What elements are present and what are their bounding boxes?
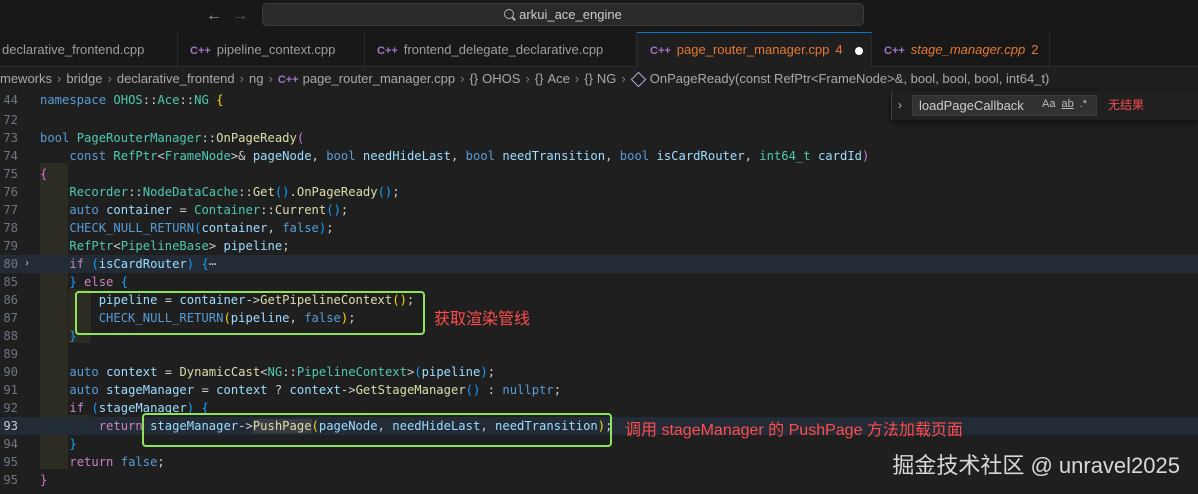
use-regex-icon[interactable]: .* bbox=[1080, 98, 1087, 110]
breadcrumb-item[interactable]: meworks bbox=[0, 71, 52, 86]
tab-label: pipeline_context.cpp bbox=[216, 42, 336, 57]
fold-chevron-icon[interactable]: › bbox=[24, 255, 30, 273]
breadcrumb: meworks › bridge › declarative_frontend › ng › C… bbox=[0, 68, 1198, 90]
tab-declarative-frontend[interactable]: declarative_frontend.cpp bbox=[0, 32, 178, 67]
line-number: 92 bbox=[3, 401, 18, 415]
line-number: 94 bbox=[3, 437, 18, 451]
cpp-file-icon: C++ bbox=[190, 45, 211, 57]
tab-frontend-delegate-declarative[interactable]: C++ frontend_delegate_declarative.cpp bbox=[365, 32, 637, 67]
chevron-right-icon: › bbox=[107, 71, 112, 86]
annotation-label-pipeline: 获取渲染管线 bbox=[434, 311, 531, 328]
breadcrumb-namespace[interactable]: NG bbox=[597, 71, 617, 86]
line-number: 95 bbox=[3, 455, 18, 469]
cpp-file-icon: C++ bbox=[884, 45, 905, 57]
match-case-icon[interactable]: Aa bbox=[1042, 98, 1055, 110]
code-line[interactable]: 79 RefPtr<PipelineBase> pipeline; bbox=[0, 237, 1198, 255]
chevron-right-icon: › bbox=[525, 71, 530, 86]
chevron-right-icon: › bbox=[460, 71, 465, 86]
line-number: 86 bbox=[3, 293, 18, 307]
chevron-right-icon: › bbox=[574, 71, 580, 86]
line-number: 85 bbox=[3, 275, 18, 289]
back-arrow-icon[interactable]: ← bbox=[206, 6, 222, 26]
title-bar: ← → arkui_ace_engine bbox=[0, 0, 1198, 32]
line-number: 74 bbox=[3, 149, 18, 163]
code-line[interactable]: 80 › if (isCardRouter) {⋯ bbox=[0, 255, 1198, 273]
line-number: 75 bbox=[3, 167, 18, 181]
cpp-file-icon: C++ bbox=[377, 45, 398, 57]
code-line[interactable]: 76 Recorder::NodeDataCache::Get().OnPage… bbox=[0, 183, 1198, 201]
code-editor[interactable]: 44 namespace OHOS::Ace::NG { 72 73 bool Pa… bbox=[0, 91, 1198, 494]
code-line[interactable]: 91 auto stageManager = context ? context… bbox=[0, 381, 1198, 399]
tab-stage-manager[interactable]: C++ stage_manager.cpp 2 bbox=[872, 32, 1050, 67]
toggle-replace-chevron-icon[interactable]: › bbox=[898, 91, 902, 120]
code-line[interactable]: 90 auto context = DynamicCast<NG::Pipeli… bbox=[0, 363, 1198, 381]
tab-page-router-manager[interactable]: C++ page_router_manager.cpp 4 bbox=[637, 32, 872, 67]
code-line[interactable]: 75{ bbox=[0, 165, 1198, 183]
breadcrumb-file[interactable]: page_router_manager.cpp bbox=[303, 71, 456, 86]
namespace-icon: {} bbox=[534, 71, 544, 86]
line-number: 77 bbox=[3, 203, 18, 217]
find-options: Aa ab .* bbox=[1042, 95, 1093, 114]
code-line[interactable]: 85 } else { bbox=[0, 273, 1198, 291]
breadcrumb-namespace[interactable]: OHOS bbox=[482, 71, 520, 86]
tab-label: frontend_delegate_declarative.cpp bbox=[403, 42, 604, 57]
code-line[interactable]: 78 CHECK_NULL_RETURN(container, false); bbox=[0, 219, 1198, 237]
code-line[interactable]: 77 auto container = Container::Current()… bbox=[0, 201, 1198, 219]
line-number: 93 bbox=[3, 419, 18, 433]
line-number: 90 bbox=[3, 365, 18, 379]
chevron-right-icon: › bbox=[268, 71, 273, 86]
line-number: 87 bbox=[3, 311, 18, 325]
line-number: 76 bbox=[3, 185, 18, 199]
cpp-file-icon: C++ bbox=[650, 45, 671, 57]
folded-ellipsis[interactable]: ⋯ bbox=[209, 257, 216, 271]
code-line[interactable]: 74 const RefPtr<FrameNode>& pageNode, bo… bbox=[0, 147, 1198, 165]
code-line[interactable]: 73 bool PageRouterManager::OnPageReady( bbox=[0, 129, 1198, 147]
breadcrumb-item[interactable]: ng bbox=[249, 71, 263, 86]
line-number: 91 bbox=[3, 383, 18, 397]
line-number: 89 bbox=[3, 347, 18, 361]
unsaved-dot-icon[interactable] bbox=[854, 46, 863, 55]
line-number: 88 bbox=[3, 329, 18, 343]
annotation-label-pushpage: 调用 stageManager 的 PushPage 方法加载页面 bbox=[625, 422, 963, 439]
forward-arrow-icon[interactable]: → bbox=[232, 6, 248, 26]
watermark: 掘金技术社区 @ unravel2025 bbox=[892, 453, 1180, 478]
line-number: 73 bbox=[3, 131, 18, 145]
namespace-icon: {} bbox=[584, 71, 593, 86]
tab-label: declarative_frontend.cpp bbox=[2, 42, 145, 57]
line-number: 80 bbox=[3, 257, 18, 271]
breadcrumb-namespace[interactable]: Ace bbox=[547, 71, 569, 86]
annotation-box-pipeline bbox=[75, 291, 425, 335]
chevron-right-icon: › bbox=[239, 71, 244, 86]
namespace-icon: {} bbox=[469, 71, 479, 86]
find-no-results: 无结果 bbox=[1108, 98, 1145, 112]
find-query: loadPageCallback bbox=[919, 98, 1024, 113]
editor-tab-bar: declarative_frontend.cpp C++ pipeline_con… bbox=[0, 32, 1198, 67]
breadcrumb-symbol[interactable]: OnPageReady(const RefPtr<FrameNode>&, bo… bbox=[650, 71, 1050, 86]
chevron-right-icon: › bbox=[621, 71, 626, 86]
tab-label: stage_manager.cpp bbox=[910, 42, 1026, 57]
annotation-box-pushpage bbox=[142, 413, 612, 447]
chevron-right-icon: › bbox=[57, 71, 62, 86]
command-center-search[interactable]: arkui_ace_engine bbox=[262, 3, 864, 26]
problem-count-badge: 2 bbox=[1031, 42, 1039, 57]
line-number: 44 bbox=[3, 93, 18, 107]
line-number: 78 bbox=[3, 221, 18, 235]
code-line[interactable]: 89 bbox=[0, 345, 1198, 363]
cpp-file-icon: C++ bbox=[277, 74, 299, 86]
problem-count-badge: 4 bbox=[835, 42, 843, 57]
tab-pipeline-context[interactable]: C++ pipeline_context.cpp bbox=[178, 32, 365, 67]
breadcrumb-item[interactable]: declarative_frontend bbox=[117, 71, 235, 86]
breadcrumb-item[interactable]: bridge bbox=[66, 71, 102, 86]
tab-label: page_router_manager.cpp bbox=[676, 42, 830, 57]
line-number: 72 bbox=[3, 113, 18, 127]
find-widget: › loadPageCallback Aa ab .* 无结果 bbox=[891, 91, 1198, 120]
line-number: 79 bbox=[3, 239, 18, 253]
search-text: arkui_ace_engine bbox=[519, 7, 622, 22]
search-icon bbox=[504, 9, 515, 19]
match-whole-word-icon[interactable]: ab bbox=[1061, 98, 1073, 110]
method-cube-icon bbox=[630, 71, 647, 88]
line-number: 95 bbox=[3, 473, 18, 487]
